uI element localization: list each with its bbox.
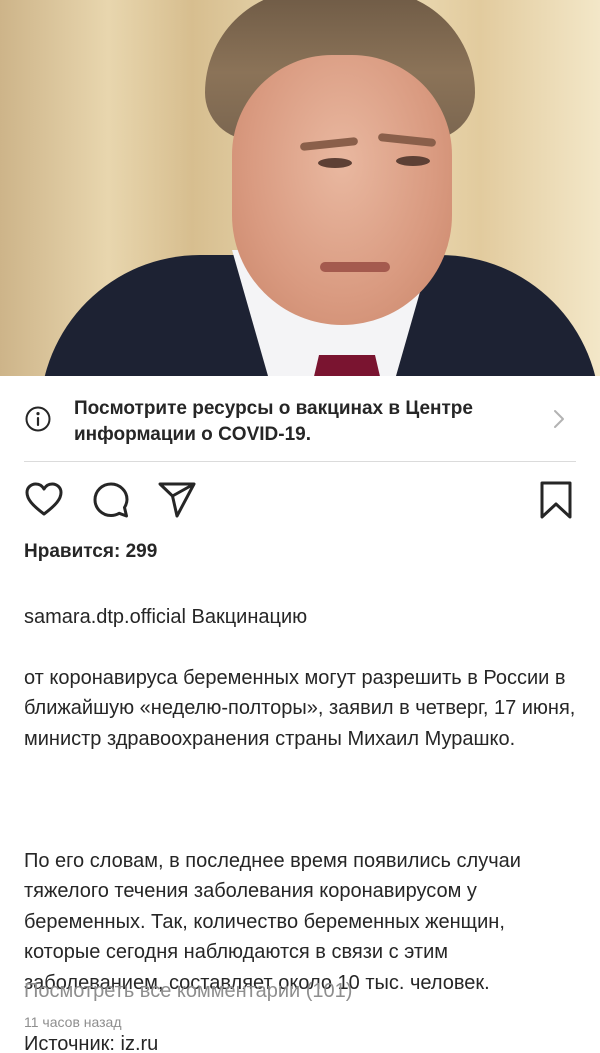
caption-paragraph-2: По его словам, в последнее время появили… [24, 849, 521, 994]
divider [24, 461, 576, 462]
post-image[interactable] [0, 0, 600, 376]
caption-source: Источник: iz.ru [24, 1032, 159, 1053]
username-link[interactable]: samara.dtp.official [24, 606, 186, 628]
bookmark-icon [540, 481, 572, 519]
save-button[interactable] [534, 478, 578, 522]
photo-eye [396, 156, 430, 166]
chevron-right-icon [554, 410, 564, 428]
info-icon [25, 406, 51, 432]
caption-paragraph-1: от коронавируса беременных могут разреши… [24, 666, 576, 750]
photo-tie [312, 355, 382, 376]
photo-mouth [320, 262, 390, 272]
like-button[interactable] [22, 478, 66, 522]
action-bar [0, 478, 600, 522]
photo-face [232, 55, 452, 325]
likes-count[interactable]: Нравится: 299 [24, 538, 157, 566]
caption-line1: Вакцинацию [185, 605, 308, 628]
share-button[interactable] [155, 478, 199, 522]
caption-first-line: samara.dtp.official Вакцинацию [24, 602, 584, 633]
photo-eye [318, 158, 352, 168]
post-timestamp: 11 часов назад [24, 1014, 122, 1030]
covid-info-banner[interactable]: Посмотрите ресурсы о вакцинах в Центре и… [0, 376, 600, 462]
view-all-comments-link[interactable]: Посмотреть все комментарии (101) [24, 977, 352, 1005]
covid-banner-text: Посмотрите ресурсы о вакцинах в Центре и… [74, 398, 473, 445]
comment-icon [93, 482, 129, 518]
heart-icon [25, 482, 63, 516]
send-icon [158, 482, 196, 518]
comment-button[interactable] [89, 478, 133, 522]
